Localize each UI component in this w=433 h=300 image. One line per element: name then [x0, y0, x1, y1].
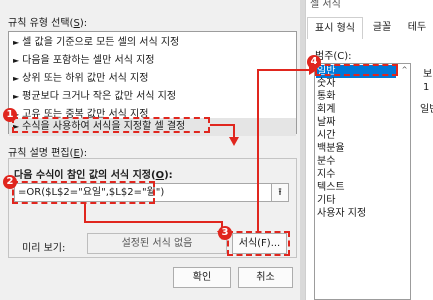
- annotation-arrows: [84, 65, 317, 240]
- arrow-connector-1: [210, 124, 235, 138]
- step-badge-4: 4: [307, 55, 321, 69]
- arrow-head-1: [229, 137, 239, 146]
- step-badge-2: 2: [3, 175, 17, 189]
- step-badge-1: 1: [3, 108, 17, 122]
- arrow-connector-3: [257, 69, 310, 232]
- step-badge-3: 3: [218, 226, 232, 240]
- arrow-connector-2: [84, 204, 223, 232]
